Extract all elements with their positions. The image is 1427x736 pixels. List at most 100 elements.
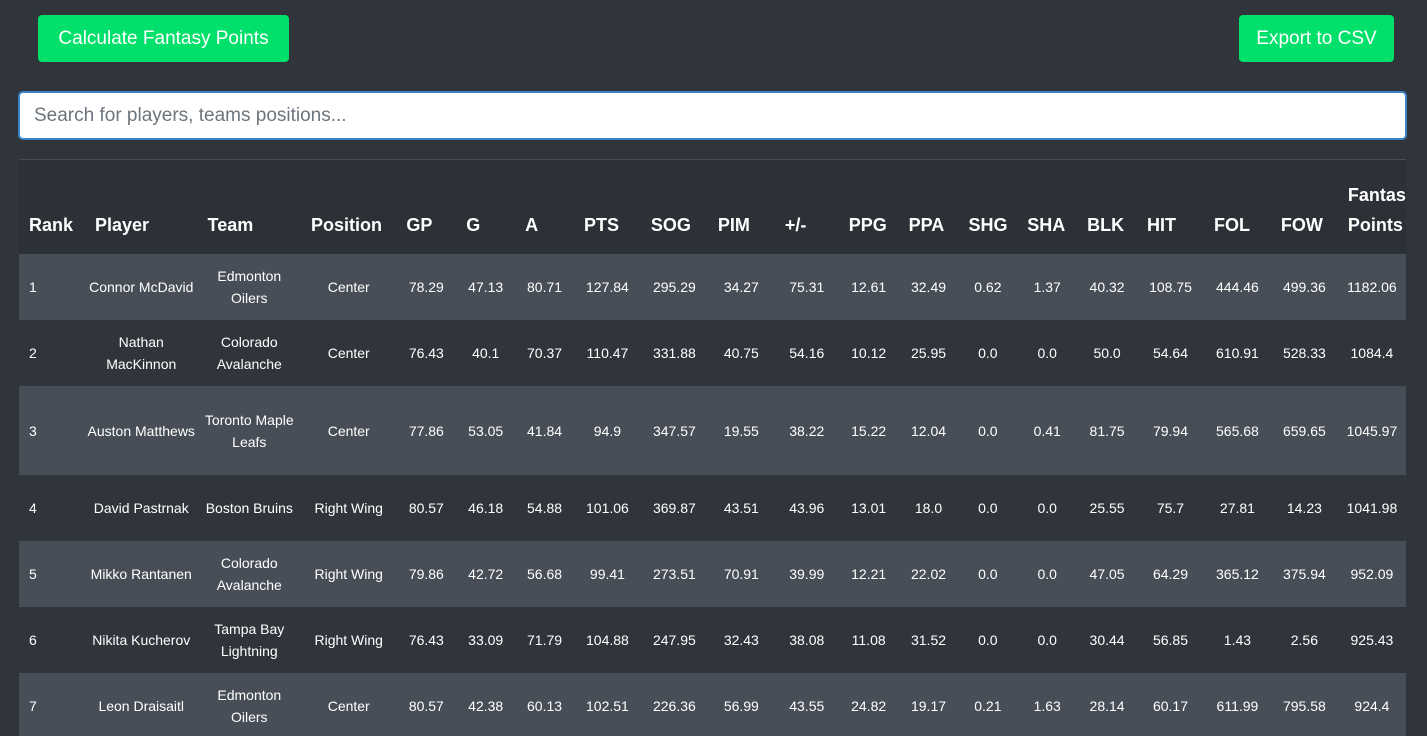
search-bar (18, 91, 1407, 140)
column-header-5: G (456, 160, 516, 254)
table-cell: Colorado Avalanche (197, 320, 302, 386)
column-header-13: SHG (958, 160, 1018, 254)
table-cell: 365.12 (1203, 541, 1271, 607)
table-cell: 1.43 (1203, 607, 1271, 673)
table-cell: 14.23 (1270, 475, 1338, 541)
table-cell: 33.09 (456, 607, 516, 673)
table-cell: Edmonton Oilers (197, 254, 302, 320)
table-cell: 12.61 (838, 254, 899, 320)
table-cell: 0.0 (1017, 320, 1078, 386)
table-cell: 1182.06 (1337, 254, 1406, 320)
table-cell: 46.18 (456, 475, 516, 541)
table-cell: 110.47 (573, 320, 641, 386)
column-header-17: FOL (1203, 160, 1271, 254)
table-cell: 28.14 (1077, 673, 1137, 736)
table-cell: Right Wing (301, 607, 397, 673)
search-input[interactable] (18, 91, 1407, 140)
table-cell: Connor McDavid (84, 254, 198, 320)
table-cell: 42.72 (456, 541, 516, 607)
table-cell: 1.37 (1017, 254, 1078, 320)
table-row: 1 Connor McDavid Edmonton Oilers Center 78.2… (19, 254, 1406, 320)
table-cell: 76.43 (396, 607, 457, 673)
table-cell: Tampa Bay Lightning (197, 607, 302, 673)
column-header-18: FOW (1270, 160, 1338, 254)
table-cell: 50.0 (1077, 320, 1137, 386)
table-cell: 47.13 (456, 254, 516, 320)
table-cell: 81.75 (1077, 386, 1137, 475)
table-cell: Colorado Avalanche (197, 541, 302, 607)
table-cell: Toronto Maple Leafs (197, 386, 302, 475)
table-cell: 41.84 (515, 386, 574, 475)
table-cell: 7 (19, 673, 85, 736)
table-cell: 924.4 (1337, 673, 1406, 736)
table-cell: Edmonton Oilers (197, 673, 302, 736)
table-row: 3 Auston Matthews Toronto Maple Leafs Cente… (19, 386, 1406, 475)
table-cell: 56.99 (707, 673, 775, 736)
table-cell: 4 (19, 475, 85, 541)
table-cell: Center (301, 673, 397, 736)
column-header-0: Rank (19, 160, 85, 254)
column-header-11: PPG (838, 160, 899, 254)
table-cell: 54.64 (1137, 320, 1204, 386)
table-cell: 925.43 (1337, 607, 1406, 673)
table-cell: 5 (19, 541, 85, 607)
table-cell: 56.68 (515, 541, 574, 607)
table-cell: 1041.98 (1337, 475, 1406, 541)
table-cell: 1084.4 (1337, 320, 1406, 386)
table-header-row: Rank Player Team Position GP G A PTS SOG PIM +/- PP… (19, 160, 1406, 254)
table-cell: 19.55 (707, 386, 775, 475)
table-row: 5 Mikko Rantanen Colorado Avalanche Right W… (19, 541, 1406, 607)
table-cell: 64.29 (1137, 541, 1204, 607)
export-csv-button[interactable]: Export to CSV (1239, 15, 1394, 62)
table-cell: 43.51 (707, 475, 775, 541)
table-cell: 2.56 (1270, 607, 1338, 673)
table-cell: 78.29 (396, 254, 457, 320)
table-cell: 31.52 (898, 607, 959, 673)
table-cell: 75.7 (1137, 475, 1204, 541)
table-cell: 331.88 (640, 320, 708, 386)
table-cell: 38.08 (774, 607, 839, 673)
table-cell: 99.41 (573, 541, 641, 607)
table-cell: 1045.97 (1337, 386, 1406, 475)
table-cell: Leon Draisaitl (84, 673, 198, 736)
table-cell: 25.95 (898, 320, 959, 386)
column-header-14: SHA (1017, 160, 1078, 254)
table-cell: 15.22 (838, 386, 899, 475)
table-cell: 43.96 (774, 475, 839, 541)
table-cell: 70.37 (515, 320, 574, 386)
table-cell: David Pastrnak (84, 475, 198, 541)
table-cell: 47.05 (1077, 541, 1137, 607)
stats-table-container: Rank Player Team Position GP G A PTS SOG PIM +/- PP… (19, 159, 1406, 736)
table-cell: 38.22 (774, 386, 839, 475)
column-header-2: Team (197, 160, 302, 254)
table-body: 1 Connor McDavid Edmonton Oilers Center 78.2… (19, 254, 1406, 736)
table-cell: 247.95 (640, 607, 708, 673)
table-cell: 27.81 (1203, 475, 1271, 541)
table-cell: 102.51 (573, 673, 641, 736)
table-cell: 56.85 (1137, 607, 1204, 673)
table-cell: 0.21 (958, 673, 1018, 736)
column-header-7: PTS (573, 160, 641, 254)
table-cell: 0.0 (958, 541, 1018, 607)
table-cell: 0.0 (958, 386, 1018, 475)
table-row: 7 Leon Draisaitl Edmonton Oilers Center 80.5… (19, 673, 1406, 736)
table-cell: 94.9 (573, 386, 641, 475)
table-cell: 3 (19, 386, 85, 475)
table-cell: Center (301, 320, 397, 386)
table-cell: 108.75 (1137, 254, 1204, 320)
column-header-12: PPA (898, 160, 959, 254)
table-row: 4 David Pastrnak Boston Bruins Right Wing 80… (19, 475, 1406, 541)
calculate-fantasy-points-button[interactable]: Calculate Fantasy Points (38, 15, 289, 62)
table-cell: 75.31 (774, 254, 839, 320)
column-header-6: A (515, 160, 574, 254)
table-cell: 2 (19, 320, 85, 386)
table-cell: 610.91 (1203, 320, 1271, 386)
table-cell: 71.79 (515, 607, 574, 673)
table-cell: 40.1 (456, 320, 516, 386)
table-cell: 1.63 (1017, 673, 1078, 736)
table-cell: 79.94 (1137, 386, 1204, 475)
column-header-4: GP (396, 160, 457, 254)
table-cell: 43.55 (774, 673, 839, 736)
table-cell: 6 (19, 607, 85, 673)
table-cell: 375.94 (1270, 541, 1338, 607)
